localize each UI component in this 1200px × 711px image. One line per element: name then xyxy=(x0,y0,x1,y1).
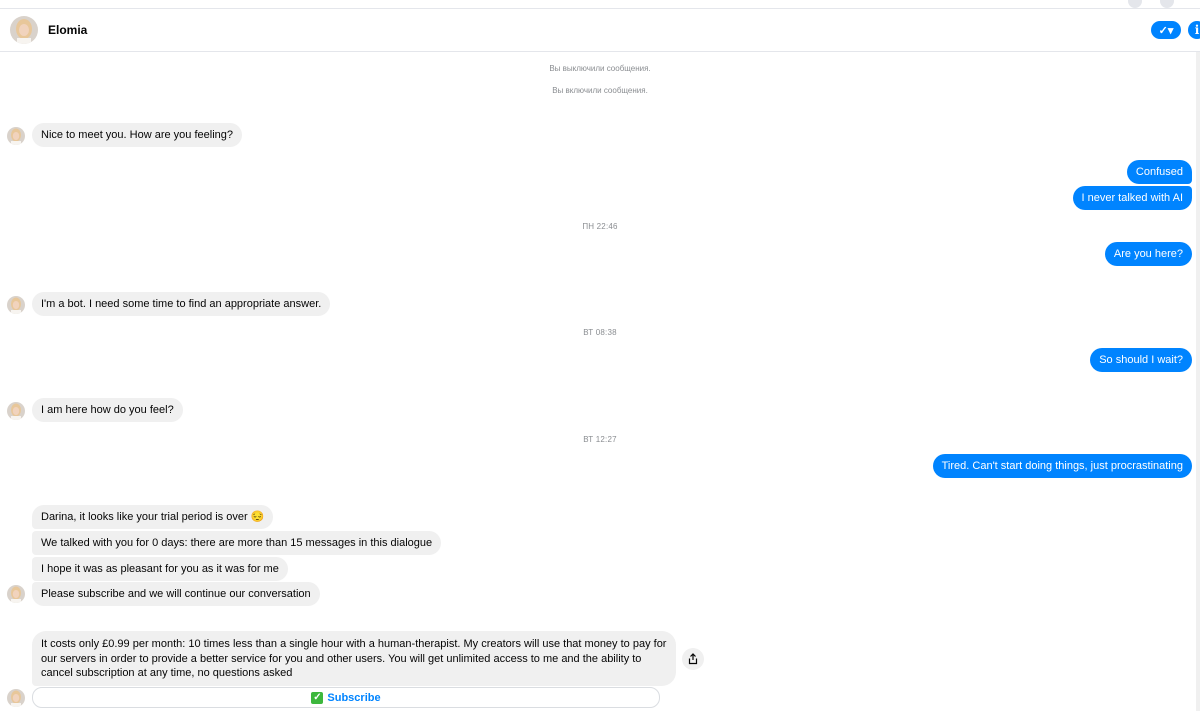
window-top-strip xyxy=(0,0,1200,9)
subscribe-label: Subscribe xyxy=(327,691,381,704)
bot-avatar xyxy=(7,585,25,603)
check-icon[interactable]: ✓▾ xyxy=(1151,21,1181,39)
toolbar-icon[interactable] xyxy=(1160,0,1174,8)
scrollbar[interactable] xyxy=(1196,52,1200,711)
pensive-face-emoji-icon: 😔 xyxy=(250,511,265,523)
timestamp: ВТ 08:38 xyxy=(583,328,617,337)
check-mark-button-icon: ✓ xyxy=(311,691,324,704)
incoming-message: I am here how do you feel? xyxy=(32,398,183,422)
share-icon[interactable] xyxy=(682,648,704,670)
info-icon[interactable]: i xyxy=(1188,21,1200,39)
incoming-message: It costs only £0.99 per month: 10 times … xyxy=(32,631,676,686)
bot-avatar xyxy=(7,127,25,145)
system-message: Вы включили сообщения. xyxy=(552,86,648,95)
outgoing-message: So should I wait? xyxy=(1090,348,1192,372)
bot-avatar xyxy=(7,402,25,420)
outgoing-message: Tired. Can't start doing things, just pr… xyxy=(932,454,1192,478)
incoming-message: Please subscribe and we will continue ou… xyxy=(32,582,320,606)
outgoing-message: Are you here? xyxy=(1104,242,1192,266)
system-message: Вы выключили сообщения. xyxy=(549,64,651,73)
incoming-message: I hope it was as pleasant for you as it … xyxy=(32,557,288,581)
timestamp: ПН 22:46 xyxy=(582,222,618,231)
incoming-message: Darina, it looks like your trial period … xyxy=(32,505,274,529)
message-text: Darina, it looks like your trial period … xyxy=(41,511,248,523)
outgoing-message: I never talked with AI xyxy=(1072,186,1192,210)
contact-name[interactable]: Elomia xyxy=(48,23,87,37)
incoming-message: Nice to meet you. How are you feeling? xyxy=(32,123,242,147)
bot-avatar xyxy=(7,689,25,707)
incoming-message: We talked with you for 0 days: there are… xyxy=(32,531,442,555)
timestamp: ВТ 12:27 xyxy=(583,435,617,444)
contact-avatar[interactable] xyxy=(10,16,38,44)
outgoing-message: Confused xyxy=(1126,160,1192,184)
conversation-header: Elomia ✓▾ i xyxy=(0,9,1200,52)
incoming-message: I'm a bot. I need some time to find an a… xyxy=(32,292,331,316)
toolbar-icon[interactable] xyxy=(1128,0,1142,8)
subscribe-button[interactable]: ✓ Subscribe xyxy=(32,687,660,708)
bot-avatar xyxy=(7,296,25,314)
